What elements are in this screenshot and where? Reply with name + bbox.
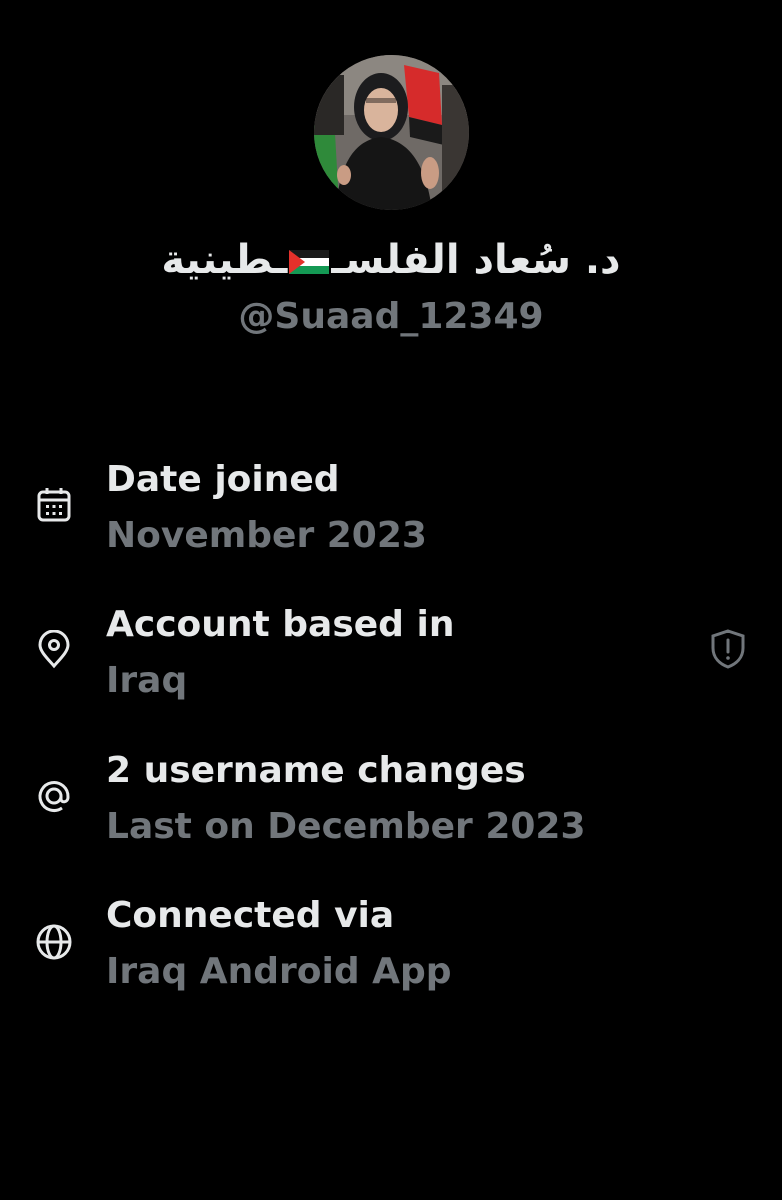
info-row-date-joined: Date joined November 2023 — [0, 455, 782, 556]
info-title-account-based-in: Account based in — [106, 604, 455, 645]
info-row-connected-via: Connected via Iraq Android App — [0, 891, 782, 992]
info-value-connected-via: Iraq Android App — [106, 951, 452, 992]
avatar-photo — [314, 55, 469, 210]
display-name-part-1: د. سُعاد الفلسـ — [331, 237, 621, 283]
info-title-date-joined: Date joined — [106, 459, 340, 500]
shield-alert-icon[interactable] — [708, 628, 748, 670]
info-title-connected-via: Connected via — [106, 895, 395, 936]
info-value-username-changes: Last on December 2023 — [106, 806, 586, 847]
info-title-username-changes: 2 username changes — [106, 750, 526, 791]
display-name: د. سُعاد الفلسـ ـطينية — [0, 230, 782, 290]
about-account-page: د. سُعاد الفلسـ ـطينية @Suaad_12349 Date… — [0, 0, 782, 1200]
calendar-icon — [34, 485, 74, 525]
palestine-flag-icon — [289, 250, 330, 274]
info-value-account-based-in: Iraq — [106, 660, 188, 701]
location-pin-icon — [34, 630, 74, 670]
display-name-part-2: ـطينية — [161, 237, 288, 283]
at-sign-icon — [34, 776, 74, 816]
info-value-date-joined: November 2023 — [106, 515, 427, 556]
username-handle: @Suaad_12349 — [238, 296, 544, 337]
info-row-username-changes: 2 username changes Last on December 2023 — [0, 746, 782, 847]
globe-icon — [34, 922, 74, 962]
info-row-account-based-in[interactable]: Account based in Iraq — [0, 600, 782, 701]
profile-avatar[interactable] — [314, 55, 469, 210]
